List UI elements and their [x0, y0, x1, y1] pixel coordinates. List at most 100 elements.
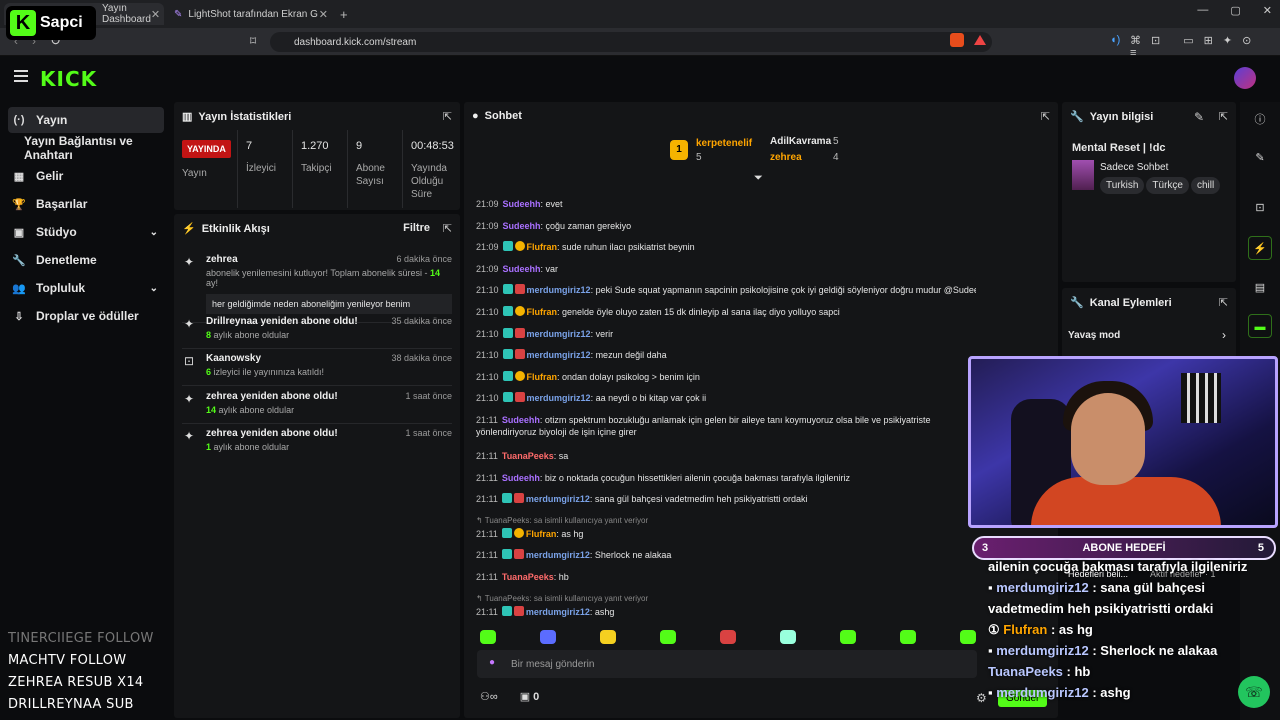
sidebar-item-drops[interactable]: ⇩ Droplar ve ödüller: [8, 303, 164, 329]
message-username[interactable]: TuanaPeeks: [502, 572, 554, 582]
focus-icon[interactable]: ⊡: [1248, 196, 1272, 220]
hamburger-menu-icon[interactable]: [14, 70, 28, 85]
wrench-icon: 🔧: [12, 254, 26, 267]
message-username[interactable]: merdumgiriz12: [526, 550, 590, 560]
overlay-event: ZEHREA RESUB X14: [8, 675, 144, 690]
gifter-count: 5: [833, 136, 839, 147]
sidebar-item-stream-key[interactable]: Yayın Bağlantısı ve Anahtarı: [20, 134, 172, 162]
emote-icon: [960, 630, 976, 644]
overlay-chat-line: ▪ merdumgiriz12 : Sherlock ne alakaa: [988, 643, 1218, 658]
popout-icon[interactable]: ⇱: [443, 222, 452, 235]
message-username[interactable]: merdumgiriz12: [526, 494, 590, 504]
popout-icon[interactable]: ⇱: [1219, 296, 1228, 309]
tab-label: LightShot tarafından Ekran Görüntüsü: [188, 8, 318, 20]
message-time: 21:11: [476, 450, 498, 461]
user-avatar[interactable]: [1234, 67, 1256, 89]
popout-icon[interactable]: ⇱: [1041, 110, 1050, 123]
message-text: : sa: [553, 450, 569, 461]
message-username[interactable]: merdumgiriz12: [527, 329, 591, 339]
sidebar-item-moderation[interactable]: 🔧 Denetleme: [8, 247, 164, 273]
filter-button[interactable]: Filtre: [403, 222, 430, 234]
subscriber-badge-icon: [502, 327, 513, 338]
message-text: : hb: [553, 571, 569, 582]
minimize-button[interactable]: —: [1197, 4, 1208, 17]
maximize-button[interactable]: ▢: [1230, 4, 1240, 17]
gear-icon[interactable]: ⚙: [976, 691, 987, 705]
chat-input[interactable]: ● Bir mesaj gönderin: [477, 650, 977, 678]
gifter-name[interactable]: zehrea: [770, 152, 802, 163]
message-username[interactable]: Sudeehh: [503, 199, 541, 209]
sidebar-item-community[interactable]: 👥 Topluluk ⌄: [8, 275, 164, 301]
collapse-icon[interactable]: ⏷: [754, 172, 763, 185]
emote-bar[interactable]: [480, 630, 980, 646]
message-username[interactable]: TuanaPeeks: [502, 451, 554, 461]
close-tab-icon[interactable]: ✕: [319, 8, 328, 21]
message-text: : as hg: [556, 528, 584, 539]
chat-message: 21:11 Sudeehh: biz o noktada çocuğun hiss…: [476, 472, 976, 494]
note-icon[interactable]: ▤: [1248, 276, 1272, 300]
url-field[interactable]: dashboard.kick.com/stream: [270, 32, 992, 52]
message-username[interactable]: Sudeehh: [502, 473, 540, 483]
browser-tab-lightshot[interactable]: ✎ LightShot tarafından Ekran Görüntüsü ✕: [166, 3, 336, 25]
drops-icon: ⇩: [14, 310, 24, 323]
broadcast-icon: (·): [13, 114, 25, 126]
message-username[interactable]: merdumgiriz12: [527, 285, 591, 295]
audio-icon[interactable]: ◖): [1110, 34, 1120, 46]
message-username[interactable]: Sudeehh: [502, 415, 540, 425]
chat-message: 21:11 merdumgiriz12: ashg: [476, 605, 976, 628]
kick-logo[interactable]: KICK: [40, 67, 97, 91]
chat-icon[interactable]: ▬: [1248, 314, 1272, 338]
chat-message: 21:10 Flufran: genelde öyle oluyo zaten 1…: [476, 305, 976, 328]
gift-icon[interactable]: ▣ 0: [520, 690, 540, 703]
gifter-count: 4: [833, 152, 839, 163]
message-username[interactable]: Flufran: [527, 307, 558, 317]
message-username[interactable]: Flufran: [526, 529, 557, 539]
popout-icon[interactable]: ⇱: [1219, 110, 1228, 123]
new-tab-button[interactable]: +: [340, 7, 348, 22]
info-icon[interactable]: ⓘ: [1248, 108, 1272, 132]
rewards-icon[interactable]: [974, 35, 986, 45]
message-text: : çoğu zaman gerekiyo: [540, 220, 632, 231]
message-username[interactable]: merdumgiriz12: [527, 393, 591, 403]
support-chat-button[interactable]: ☏: [1238, 676, 1270, 708]
chart-icon: ▥: [182, 111, 193, 123]
resub-icon: ✦: [184, 392, 195, 406]
message-username[interactable]: Sudeehh: [503, 264, 541, 274]
sidebar-item-stream[interactable]: (·) Yayın: [8, 107, 164, 133]
bolt-icon[interactable]: ⚡: [1248, 236, 1272, 260]
close-window-button[interactable]: ✕: [1263, 4, 1272, 17]
brave-shield-icon[interactable]: [950, 33, 964, 47]
gifter-name[interactable]: AdilKavrama: [770, 136, 831, 147]
message-username[interactable]: Sudeehh: [503, 221, 541, 231]
message-username[interactable]: Flufran: [527, 242, 558, 252]
chat-input-placeholder: Bir mesaj gönderin: [511, 658, 595, 670]
users-icon[interactable]: ⚇∞: [480, 690, 498, 703]
message-text: : genelde öyle oluyo zaten 15 dk dinleyi…: [557, 306, 840, 317]
overlay-event: MACHTV FOLLOW: [8, 653, 127, 668]
message-text: : evet: [540, 199, 563, 209]
popout-icon[interactable]: ⇱: [443, 110, 452, 123]
message-text: : ashg: [589, 606, 615, 617]
message-username[interactable]: merdumgiriz12: [527, 350, 591, 360]
panel-title: Yayın bilgisi: [1089, 110, 1154, 123]
stat-viewers: 7 İzleyici: [246, 140, 277, 174]
sidebar-item-revenue[interactable]: ▦ Gelir: [8, 163, 164, 189]
message-username[interactable]: merdumgiriz12: [526, 607, 590, 617]
panel-header: 🔧 Yayın bilgisi: [1070, 110, 1154, 124]
extensions-icons[interactable]: ⌘⊡ ▭⊞✦⊙ ≡: [1130, 34, 1280, 59]
close-tab-icon[interactable]: ✕: [151, 8, 160, 21]
stream-stats-panel: ▥ Yayın İstatistikleri ⇱ YAYINDA Yayın 7İ…: [174, 102, 460, 210]
chevron-right-icon[interactable]: ›: [1222, 328, 1226, 342]
gifter-name[interactable]: kerpetenelif: [696, 138, 752, 149]
edit-icon[interactable]: ✎: [1194, 110, 1204, 124]
sidebar-item-achievements[interactable]: 🏆 Başarılar: [8, 191, 164, 217]
chat-message-list[interactable]: 21:09 Sudeehh: evet 21:09 Sudeehh: çoğu zam…: [476, 198, 976, 627]
bookmark-icon[interactable]: ⌑: [250, 34, 256, 48]
message-time: 21:11: [476, 606, 498, 617]
message-username[interactable]: Flufran: [527, 372, 558, 382]
sidebar-item-studio[interactable]: ▣ Stüdyo ⌄: [8, 219, 164, 245]
chat-message: 21:10 merdumgiriz12: aa neydi o bi kitap …: [476, 392, 976, 414]
slow-mode-label[interactable]: Yavaş mod: [1068, 330, 1120, 341]
gifter-badge-icon: [514, 349, 525, 360]
pen-icon[interactable]: ✎: [1248, 146, 1272, 170]
